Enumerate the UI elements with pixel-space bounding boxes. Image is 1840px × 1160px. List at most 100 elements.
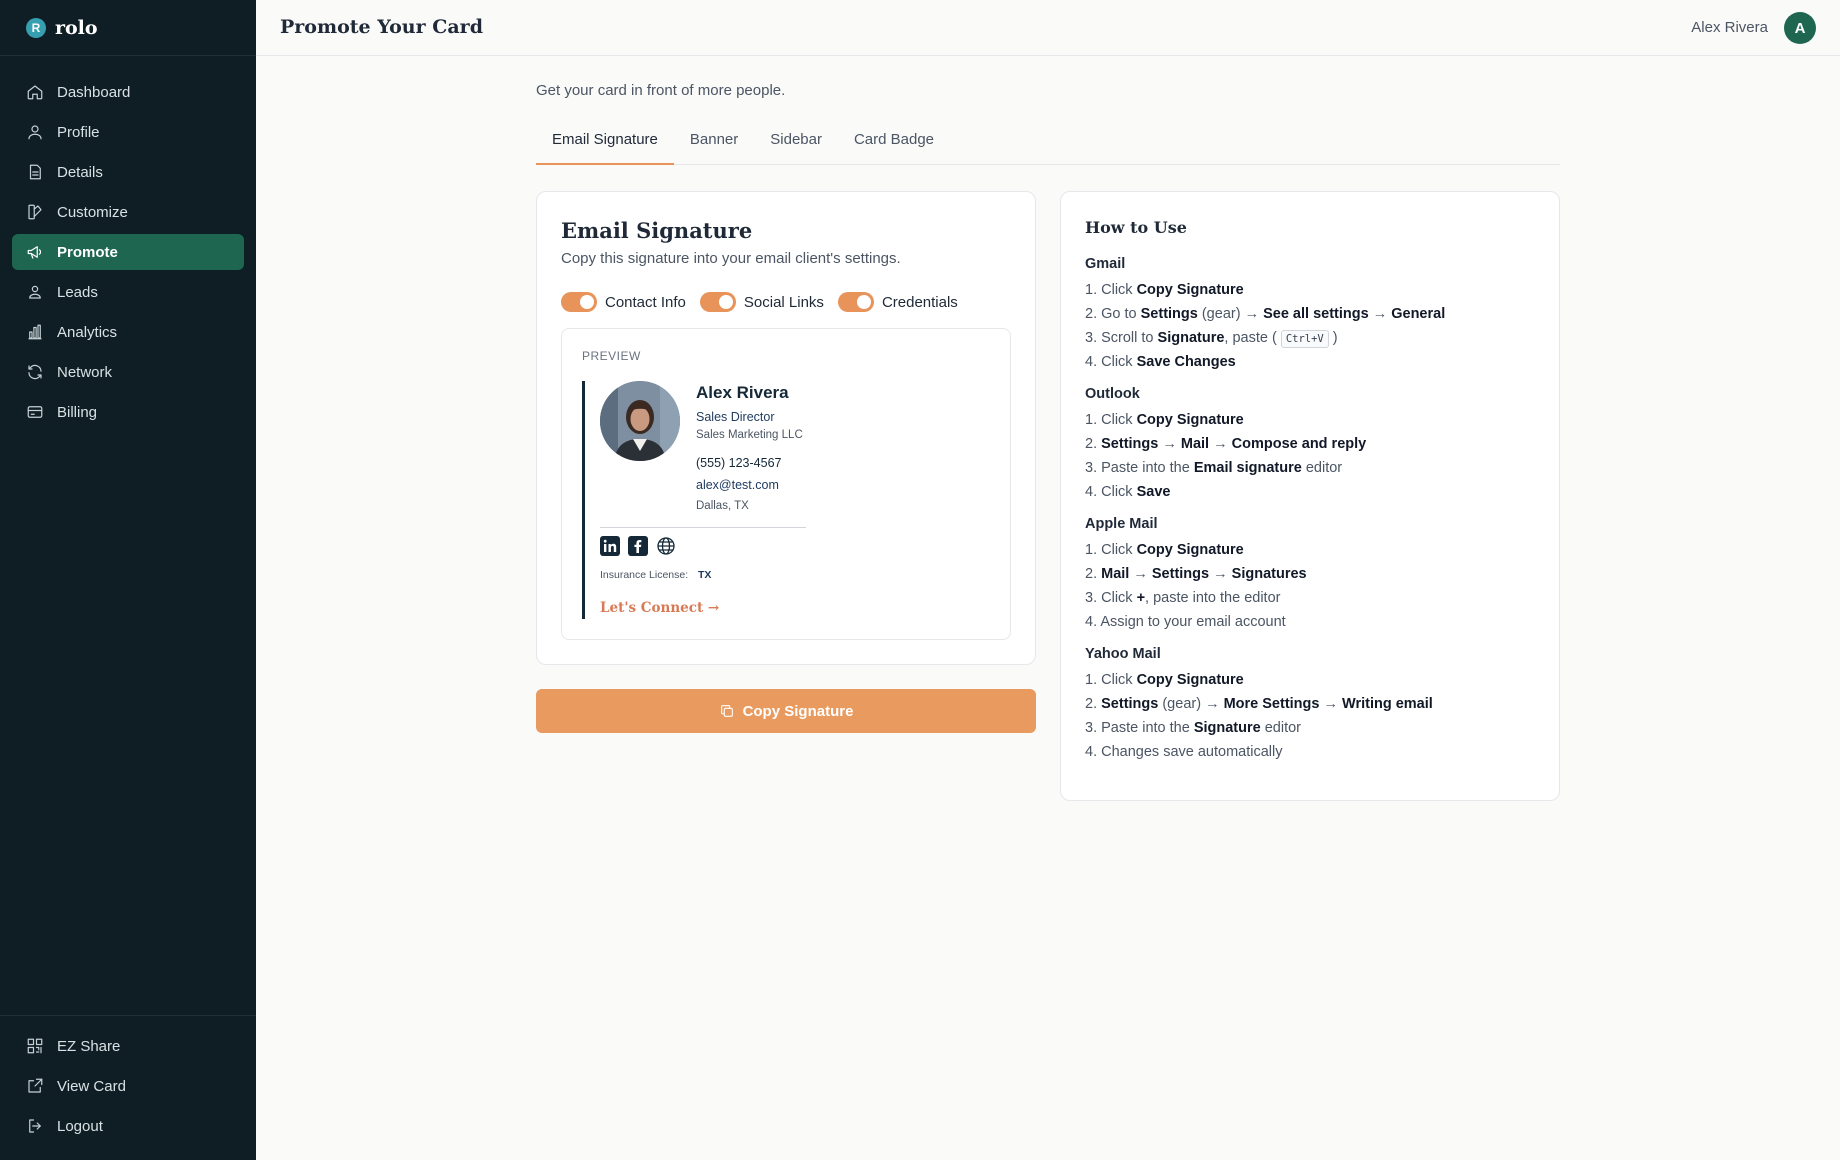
instruction-step: 1. Click Copy Signature [1085, 282, 1244, 298]
instruction-step: 4. Click Save Changes [1085, 354, 1236, 370]
instruction-step: 3. Scroll to Signature, paste ( Ctrl+V ) [1085, 330, 1338, 348]
refresh-icon [26, 363, 44, 381]
copy-icon [720, 705, 733, 717]
instruction-step: 2. Go to Settings (gear) → See all setti… [1085, 306, 1446, 322]
signature-divider [600, 527, 806, 528]
sidebar-item-network[interactable]: Network [12, 354, 244, 390]
sidebar-item-customize[interactable]: Customize [12, 194, 244, 230]
tab-sidebar[interactable]: Sidebar [754, 125, 838, 165]
instruction-step: 2. Settings → Mail → Compose and reply [1085, 436, 1367, 452]
toggle-label: Credentials [881, 293, 958, 311]
sidebar-item-leads[interactable]: Leads [12, 274, 244, 310]
instructions-list: Gmail 1. Click Copy Signature 2. Go to Set… [1085, 256, 1545, 764]
client-heading: Gmail [1085, 256, 1126, 272]
logout-icon [26, 1117, 44, 1135]
copy-signature-button[interactable]: Copy Signature [536, 689, 1036, 733]
brand-name: rolo [55, 16, 98, 39]
globe-icon[interactable] [656, 536, 676, 556]
sidebar-item-ez-share[interactable]: EZ Share [12, 1028, 244, 1064]
signature-role: Sales Director [696, 410, 775, 424]
sidebar-item-promote[interactable]: Promote [12, 234, 244, 270]
sidebar-item-label: Logout [57, 1117, 103, 1135]
toggle-label: Social Links [743, 293, 824, 311]
tab-banner[interactable]: Banner [674, 125, 754, 165]
topbar: Promote Your Card Alex Rivera A [256, 0, 1840, 56]
contact-info-toggle[interactable]: Contact Info [561, 292, 686, 312]
linkedin-icon[interactable] [600, 536, 620, 556]
signature-accent-bar [582, 381, 585, 619]
instruction-step: 1. Click Copy Signature [1085, 672, 1244, 688]
instruction-step: 1. Click Copy Signature [1085, 412, 1244, 428]
signature-email: alex@test.com [696, 478, 779, 492]
signature-company: Sales Marketing LLC [696, 429, 803, 441]
card-title: Email Signature [561, 218, 753, 243]
instruction-step: 2. Mail → Settings → Signatures [1085, 566, 1307, 582]
sidebar-item-label: Customize [57, 203, 128, 221]
sidebar-item-details[interactable]: Details [12, 154, 244, 190]
brand[interactable]: R rolo [0, 0, 256, 56]
palette-icon [26, 203, 44, 221]
signature-phone: (555) 123-4567 [696, 456, 782, 470]
external-link-icon [26, 1077, 44, 1095]
credential-label: Insurance License: [600, 569, 689, 581]
copy-signature-label: Copy Signature [742, 702, 854, 720]
credential-value: TX [698, 569, 712, 581]
user-name[interactable]: Alex Rivera [1691, 19, 1768, 36]
avatar[interactable]: A [1784, 12, 1816, 44]
preview-label: PREVIEW [582, 349, 641, 363]
sidebar-item-label: Leads [57, 283, 98, 301]
sidebar-bottom: EZ Share View Card Logout [0, 1015, 256, 1160]
instruction-step: 4. Changes save automatically [1085, 744, 1283, 760]
sidebar-item-label: EZ Share [57, 1037, 121, 1055]
toggle-switch[interactable] [699, 292, 736, 312]
tab-email-signature[interactable]: Email Signature [536, 125, 674, 165]
sidebar-item-label: Promote [57, 243, 118, 261]
sidebar-item-analytics[interactable]: Analytics [12, 314, 244, 350]
client-heading: Yahoo Mail [1085, 646, 1161, 662]
lets-connect-link[interactable]: Let's Connect → [600, 600, 719, 616]
sidebar: R rolo Dashboard Profile Details Customi… [0, 0, 256, 1160]
social-links-toggle[interactable]: Social Links [699, 292, 824, 312]
credentials-toggle[interactable]: Credentials [837, 292, 958, 312]
instruction-step: 1. Click Copy Signature [1085, 542, 1244, 558]
megaphone-icon [26, 243, 44, 261]
instruction-step: 4. Assign to your email account [1085, 614, 1286, 630]
contact-icon [26, 283, 44, 301]
how-to-use-title: How to Use [1085, 218, 1187, 237]
sidebar-item-logout[interactable]: Logout [12, 1108, 244, 1144]
toggle-switch[interactable] [561, 292, 597, 312]
sidebar-item-label: Network [57, 363, 113, 381]
brand-logo-icon: R [26, 17, 46, 38]
bar-chart-icon [26, 323, 44, 341]
keyboard-shortcut: Ctrl+V [1280, 330, 1329, 348]
instruction-step: 4. Click Save [1085, 484, 1171, 500]
sidebar-item-profile[interactable]: Profile [12, 114, 244, 150]
client-heading: Outlook [1085, 386, 1140, 402]
social-links [600, 536, 684, 556]
toggle-switch[interactable] [837, 292, 874, 312]
signature-name: Alex Rivera [696, 383, 789, 402]
qr-code-icon [26, 1037, 44, 1055]
page-title: Promote Your Card [280, 16, 483, 38]
tab-bar: Email Signature Banner Sidebar Card Badg… [536, 125, 1560, 165]
sidebar-item-label: View Card [57, 1077, 126, 1095]
instruction-step: 3. Paste into the Email signature editor [1085, 460, 1343, 476]
home-icon [26, 83, 44, 101]
user-icon [26, 123, 44, 141]
sidebar-item-dashboard[interactable]: Dashboard [12, 74, 244, 110]
how-to-use-card: How to Use Gmail 1. Click Copy Signature 2… [1060, 191, 1560, 801]
sidebar-nav: Dashboard Profile Details Customize Prom… [0, 56, 256, 430]
toggle-label: Contact Info [605, 293, 686, 311]
credit-card-icon [26, 403, 44, 421]
client-heading: Apple Mail [1085, 516, 1158, 532]
facebook-icon[interactable] [628, 536, 648, 556]
instruction-step: 2. Settings (gear) → More Settings → Wri… [1085, 696, 1433, 712]
sidebar-item-billing[interactable]: Billing [12, 394, 244, 430]
signature-location: Dallas, TX [696, 500, 749, 512]
sidebar-item-view-card[interactable]: View Card [12, 1068, 244, 1104]
email-signature-card: Email Signature Copy this signature into… [536, 191, 1036, 665]
tab-card-badge[interactable]: Card Badge [838, 125, 950, 165]
card-description: Copy this signature into your email clie… [561, 250, 901, 267]
document-icon [26, 163, 44, 181]
sidebar-item-label: Profile [57, 123, 100, 141]
